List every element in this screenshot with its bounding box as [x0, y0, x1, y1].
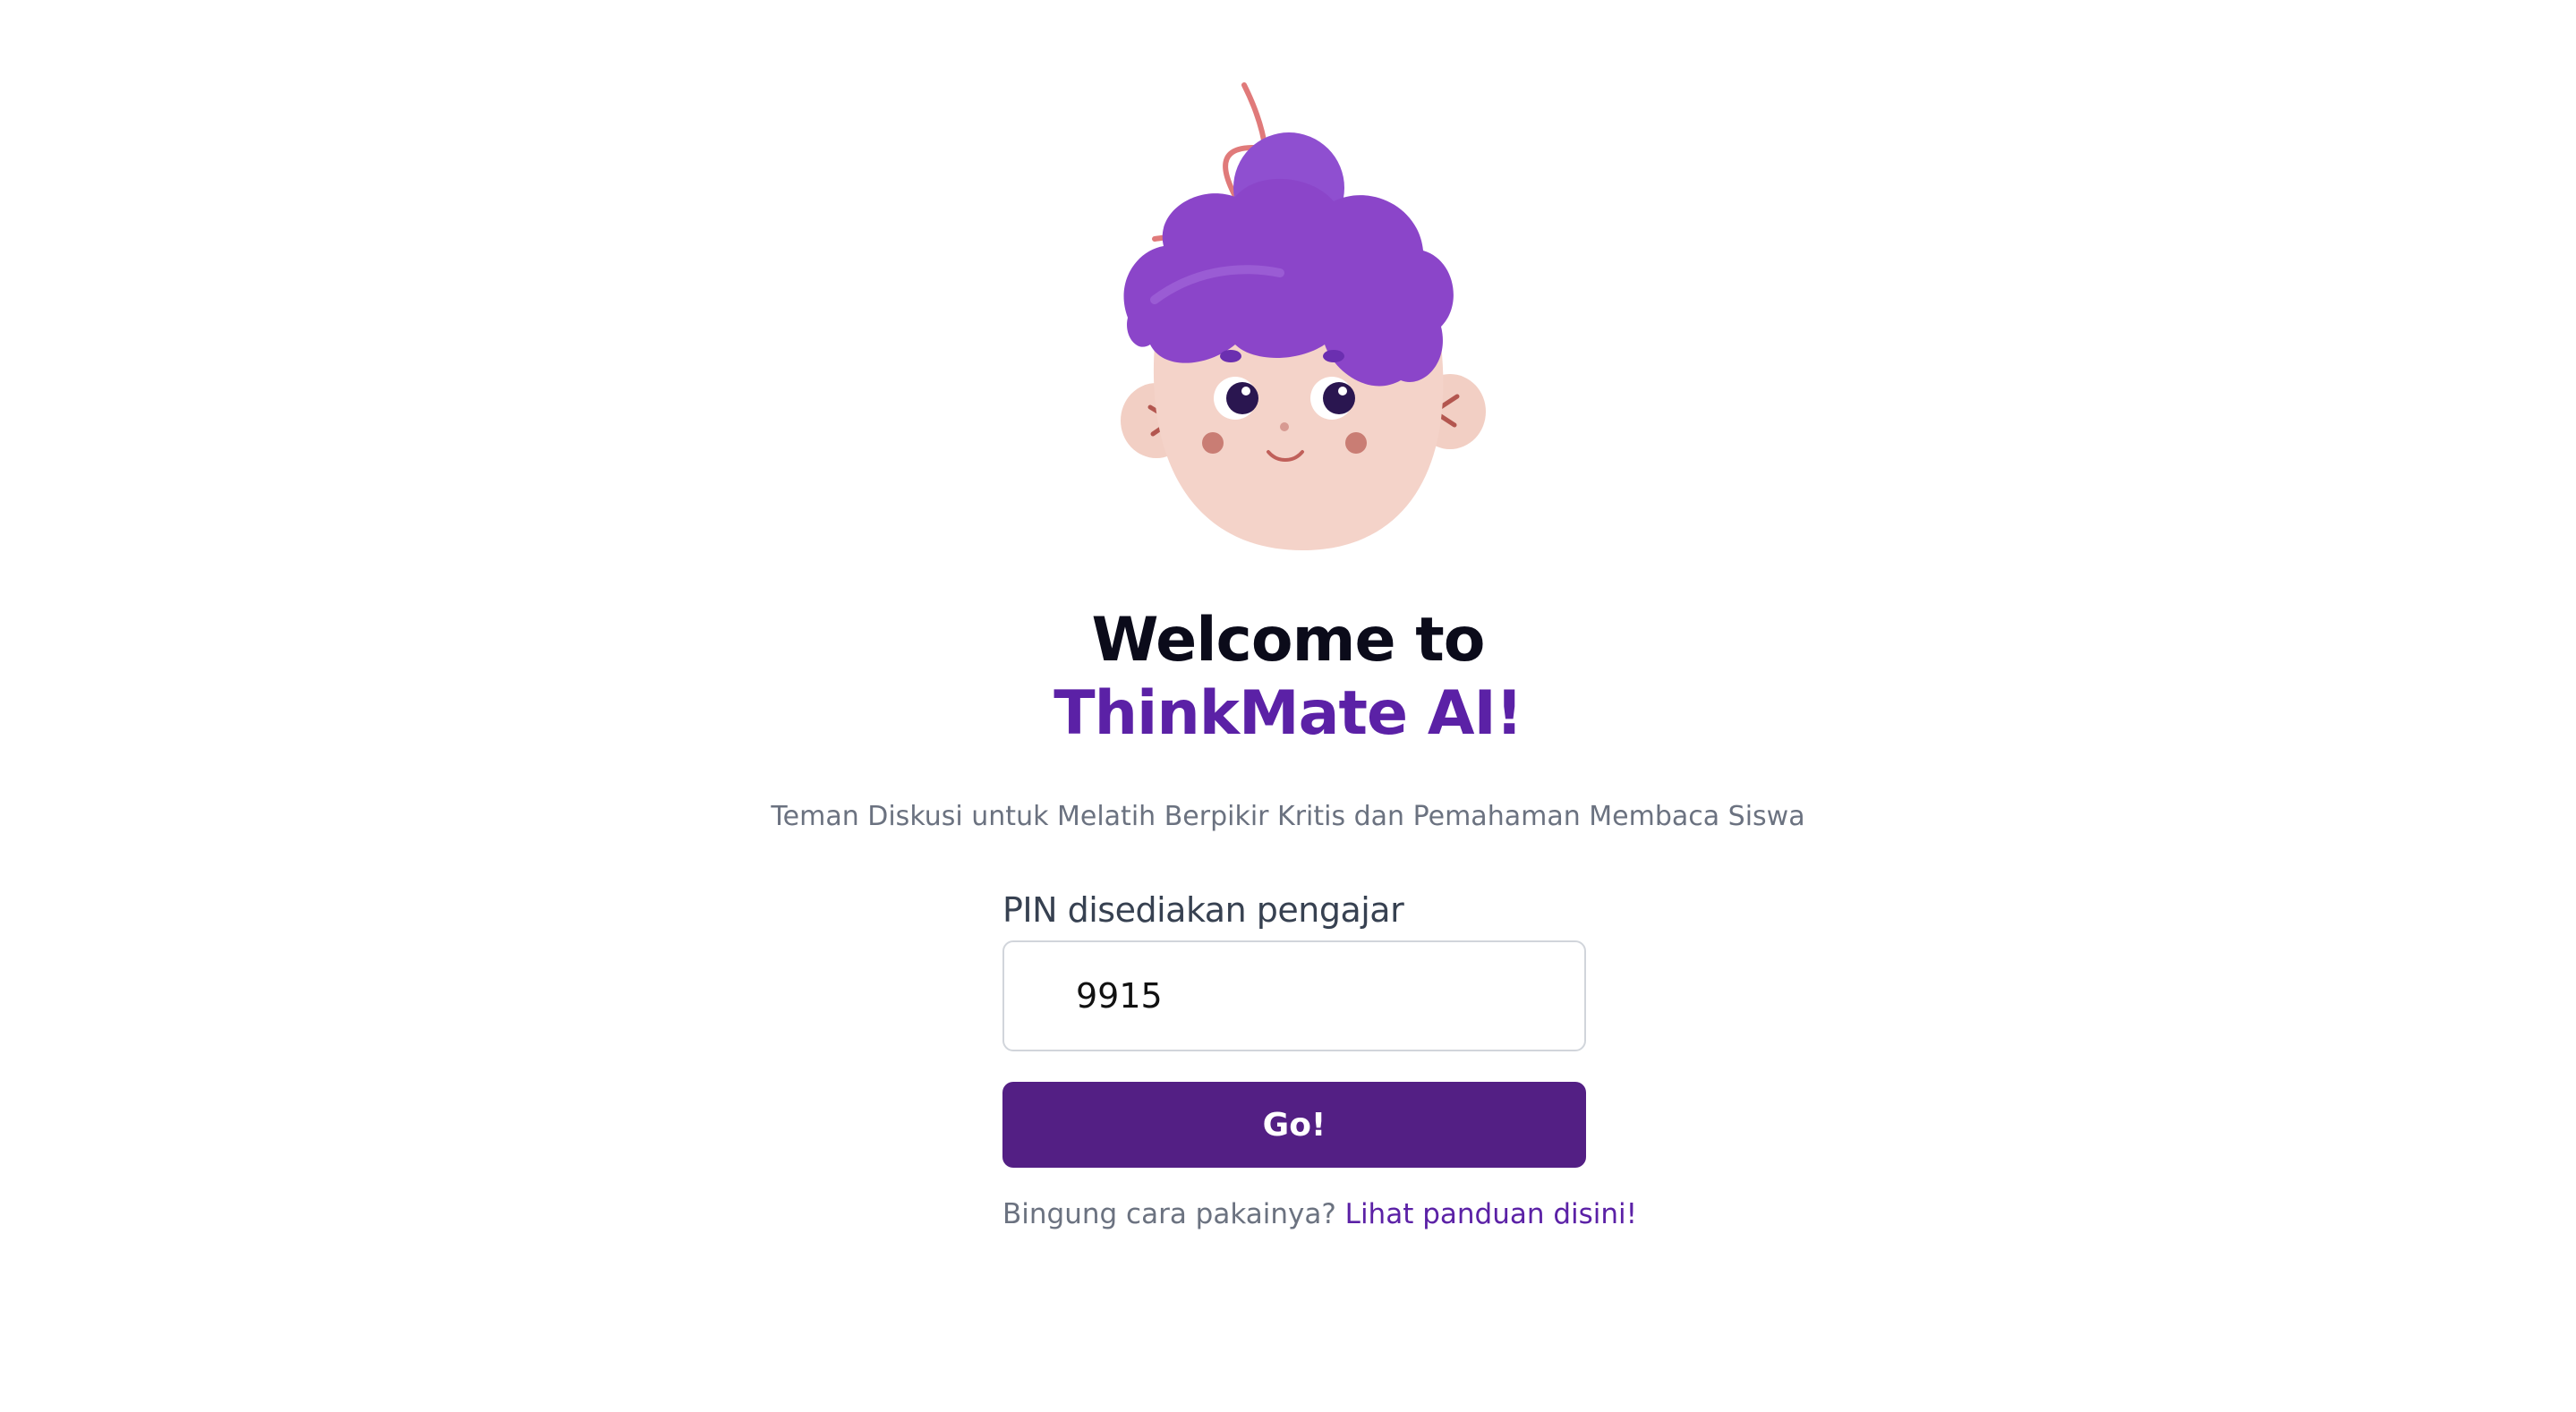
mascot-illustration	[1121, 82, 1486, 550]
login-page: Welcome to ThinkMate AI! Teman Diskusi u…	[0, 0, 2576, 1412]
page-title: Welcome to ThinkMate AI!	[0, 604, 2576, 751]
page-subtitle: Teman Diskusi untuk Melatih Berpikir Kri…	[771, 801, 1805, 832]
guide-link[interactable]: Lihat panduan disini!	[1345, 1198, 1637, 1230]
title-line-welcome: Welcome to	[1091, 605, 1486, 676]
pin-input[interactable]	[1002, 940, 1586, 1051]
help-question: Bingung cara pakainya?	[1002, 1198, 1336, 1230]
help-row: Bingung cara pakainya? Lihat panduan dis…	[1002, 1198, 1637, 1230]
pin-form: PIN disediakan pengajar Go! Bingung cara…	[1002, 890, 1637, 1230]
go-button[interactable]: Go!	[1002, 1082, 1586, 1168]
pin-label: PIN disediakan pengajar	[1002, 890, 1404, 930]
title-line-brand: ThinkMate AI!	[1053, 678, 1523, 749]
